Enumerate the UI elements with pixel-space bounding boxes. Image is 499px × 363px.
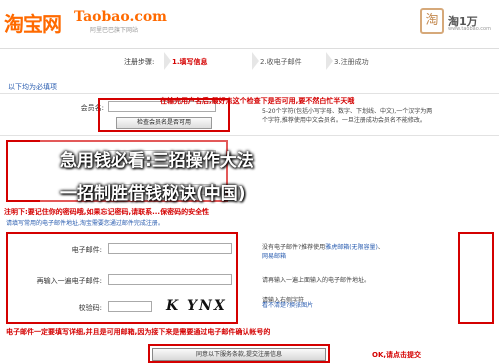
member-name-tip-line1: 5-20个字符(包括小写字母、数字、下划线、中文),一个汉字为两: [262, 108, 433, 115]
step-caption: 注册步骤:: [124, 58, 155, 66]
step-receive-email: 2.收电子邮件: [260, 58, 302, 66]
ok-annotation: OK,请点击提交: [372, 351, 422, 359]
seal-icon: 淘: [420, 8, 444, 34]
name-highlight-box: [98, 98, 230, 132]
divider: [0, 93, 499, 94]
taobao-url-logo: Taobao.com: [74, 9, 167, 25]
step-arrow-icon: [326, 52, 333, 70]
reenter-email-input[interactable]: [108, 274, 232, 285]
member-name-tip: 5-20个字符(包括小写字母、数字、下划线、中文),一个汉字为两 个字符,推荐使…: [262, 107, 490, 125]
email-tip-text: 没有电子邮件?推荐使用: [262, 244, 326, 251]
step-bar: [0, 48, 499, 72]
email-annotation: 电子邮件一定要填写详细,并且是可用邮箱,因为接下来是需要通过电子邮件确认帐号的: [6, 328, 271, 336]
step-arrow-icon: [252, 52, 259, 70]
captcha-image: K YNX: [166, 298, 236, 315]
ad-overlay-line1[interactable]: 急用钱必看:三招操作大法: [60, 146, 254, 171]
required-note: 以下均为必填项: [8, 83, 57, 91]
change-captcha-link[interactable]: 看不清楚?换张图片: [262, 301, 313, 310]
reenter-email-label: 再输入一遍电子邮件:: [36, 277, 102, 285]
email-input[interactable]: [108, 243, 232, 254]
step-fill-info: 1.填写信息: [172, 58, 208, 66]
right-highlight-box: [458, 232, 494, 324]
yahoo-mail-link[interactable]: 雅虎邮箱(无限容量): [325, 244, 378, 251]
captcha-label: 校验码:: [78, 304, 102, 312]
divider: [0, 135, 499, 136]
taobao-logo[interactable]: 淘宝网: [4, 8, 62, 37]
submit-button[interactable]: 同意以下服务条款,提交注册信息: [152, 348, 326, 361]
member-name-label: 会员名:: [80, 104, 104, 112]
watermark-logo: 淘 淘1万 www.taobao.com: [420, 6, 494, 36]
email-prompt: 请填写常用的电子邮件地址,淘宝需要您通过邮件完成注册。: [6, 220, 164, 227]
email-label: 电子邮件:: [71, 246, 102, 254]
step-arrow-icon: [164, 52, 171, 70]
logo-subtitle: 阿里巴巴旗下网站: [90, 27, 139, 34]
watermark-url: www.taobao.com: [448, 26, 491, 32]
netease-mail-link[interactable]: 网易邮箱: [262, 253, 286, 260]
member-name-tip-line2: 个字符,推荐使用中文会员名。一旦注册成功会员名不能修改。: [262, 117, 426, 124]
email-tip-sep: 、: [377, 244, 384, 251]
ad-overlay-line2[interactable]: 一招制胜借钱秘诀(中国): [60, 179, 246, 204]
step-success: 3.注册成功: [334, 58, 369, 66]
password-annotation: 注明下:要记住你的密码哦,如果忘记密码,请联系...保密码的安全性: [4, 208, 210, 216]
captcha-input[interactable]: [108, 301, 152, 312]
